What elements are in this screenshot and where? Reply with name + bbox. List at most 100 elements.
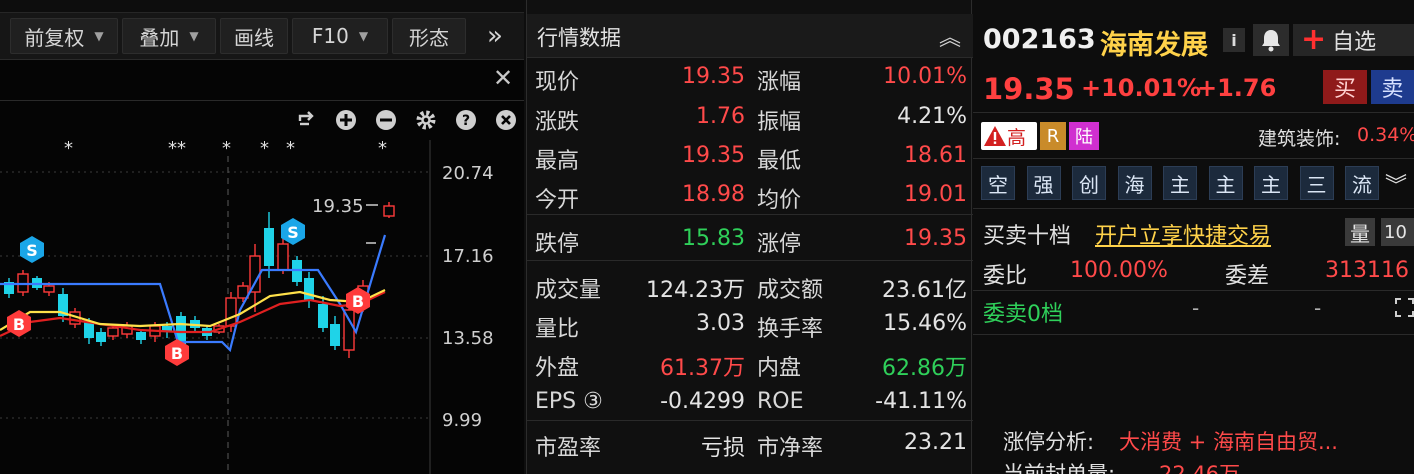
concept-tag[interactable]: 流 bbox=[1345, 166, 1379, 200]
concept-tag[interactable]: 主 bbox=[1163, 166, 1197, 200]
quote-value: 61.37万 bbox=[660, 356, 745, 381]
concept-tag[interactable]: 三 bbox=[1299, 166, 1334, 200]
kline-chart-panel: ✕ ? * ** * * * * 19.35 B B B S S 20.74 1… bbox=[0, 60, 524, 474]
concept-tag[interactable]: 创 bbox=[1072, 166, 1106, 200]
toolbar-overlay-label: 叠加 bbox=[139, 25, 180, 50]
candlestick-series bbox=[4, 202, 395, 358]
quote-value: 19.35 bbox=[682, 143, 745, 168]
seal-volume-value: 22.46万 bbox=[1159, 462, 1241, 474]
quote-row: 量比 3.03 换手率 15.46% bbox=[527, 305, 973, 343]
candle bbox=[84, 322, 94, 338]
event-markers: * ** * * * * bbox=[64, 138, 387, 159]
quote-label: 今开 bbox=[535, 188, 580, 213]
toolbar-draw-button[interactable]: 画线 bbox=[220, 18, 288, 54]
event-star: * bbox=[378, 138, 387, 159]
sell-level-0-price: - bbox=[1192, 296, 1200, 320]
sell-level-0-volume: - bbox=[1314, 296, 1322, 320]
quote-header: 行情数据 ︽ bbox=[527, 14, 973, 58]
candle bbox=[304, 278, 314, 300]
quote-row: EPS ③ -0.4299 ROE -41.11% bbox=[527, 383, 973, 421]
toolbar-draw-label: 画线 bbox=[234, 25, 274, 50]
r-badge[interactable]: R bbox=[1040, 122, 1066, 150]
alert-button[interactable] bbox=[1253, 24, 1289, 56]
sell-marker[interactable]: S bbox=[281, 218, 305, 245]
quote-label: 量比 bbox=[535, 317, 580, 342]
bid-diff-value: 313116 bbox=[1325, 258, 1409, 283]
event-star: ** bbox=[168, 138, 186, 159]
divider bbox=[973, 208, 1414, 209]
quote-value: 18.98 bbox=[682, 182, 745, 207]
change-percent: +10.01% bbox=[1081, 74, 1202, 102]
toolbar-more-button[interactable]: » bbox=[472, 18, 518, 54]
quote-value: 18.61 bbox=[904, 143, 967, 168]
price-axis-tick: 17.16 bbox=[442, 246, 494, 267]
candle bbox=[225, 297, 237, 327]
warning-icon bbox=[984, 126, 1006, 146]
chevron-down-icon: ▼ bbox=[358, 29, 369, 43]
svg-text:S: S bbox=[26, 241, 38, 260]
ten-level-button[interactable]: 10 bbox=[1381, 218, 1414, 246]
toolbar-adjust-label: 前复权 bbox=[24, 25, 85, 50]
quote-label: 换手率 bbox=[757, 317, 824, 342]
concept-tag[interactable]: 海 bbox=[1117, 166, 1152, 200]
quote-label: 最高 bbox=[535, 149, 580, 174]
event-star: * bbox=[64, 138, 73, 159]
quote-label: EPS ③ bbox=[535, 389, 603, 414]
chevron-down-double-icon[interactable]: ︾ bbox=[1385, 168, 1407, 200]
candle bbox=[43, 285, 55, 293]
risk-badge-label: 高 bbox=[1007, 126, 1027, 149]
toolbar-pattern-button[interactable]: 形态 bbox=[392, 18, 466, 54]
bell-icon bbox=[1262, 30, 1280, 52]
quote-row: 现价 19.35 涨幅 10.01% bbox=[527, 58, 973, 96]
quote-value: 23.61亿 bbox=[882, 278, 967, 303]
quote-value: 19.35 bbox=[682, 64, 745, 89]
quote-label: 市净率 bbox=[757, 436, 824, 461]
quote-label: 成交额 bbox=[757, 278, 824, 303]
quote-value: 10.01% bbox=[883, 64, 967, 89]
toolbar-overlay-dropdown[interactable]: 叠加 ▼ bbox=[122, 18, 216, 54]
quote-value: 124.23万 bbox=[646, 278, 745, 303]
concept-tag[interactable]: 强 bbox=[1026, 166, 1061, 200]
open-account-link[interactable]: 开户立享快捷交易 bbox=[1095, 218, 1271, 250]
add-favorite-button[interactable]: + 自选 bbox=[1293, 24, 1414, 56]
concept-tag[interactable]: 主 bbox=[1208, 166, 1243, 200]
quote-value: 19.35 bbox=[904, 226, 967, 251]
bid-ratio-value: 100.00% bbox=[1070, 258, 1168, 283]
double-chevron-up-icon[interactable]: ︽ bbox=[939, 20, 961, 52]
quote-value: 4.21% bbox=[897, 104, 967, 129]
risk-badge[interactable]: 高 bbox=[981, 122, 1037, 150]
stock-name[interactable]: 海南发展 bbox=[1100, 23, 1208, 62]
limit-up-analysis-value[interactable]: 大消费 + 海南自由贸... bbox=[1119, 426, 1338, 456]
connect-badge[interactable]: 陆 bbox=[1069, 122, 1099, 150]
quote-value: 15.83 bbox=[682, 226, 745, 251]
quote-title: 行情数据 bbox=[537, 26, 621, 50]
info-icon: i bbox=[1231, 30, 1237, 50]
quote-label: 跌停 bbox=[535, 232, 580, 257]
sector-label[interactable]: 建筑装饰: bbox=[1258, 124, 1340, 151]
price-axis-tick: 20.74 bbox=[442, 163, 494, 184]
concept-tag[interactable]: 主 bbox=[1254, 166, 1288, 200]
toolbar-f10-label: F10 bbox=[311, 24, 349, 48]
bid-diff-label: 委差 bbox=[1225, 264, 1270, 289]
kline-chart[interactable]: * ** * * * * 19.35 B B B S S 20.74 17.16… bbox=[0, 60, 524, 474]
concept-tag[interactable]: 空 bbox=[981, 166, 1015, 200]
quote-row: 成交量 124.23万 成交额 23.61亿 bbox=[527, 266, 973, 304]
seal-volume-label: 当前封单量: bbox=[1003, 462, 1116, 474]
candle bbox=[96, 332, 106, 342]
chevron-down-icon: ▼ bbox=[94, 29, 104, 43]
toolbar-adjust-dropdown[interactable]: 前复权 ▼ bbox=[10, 18, 118, 54]
chevron-down-icon: ▼ bbox=[189, 29, 199, 43]
divider bbox=[973, 290, 1414, 291]
expand-icon[interactable] bbox=[1395, 298, 1414, 321]
toolbar-top-strip bbox=[0, 0, 524, 13]
candle bbox=[330, 324, 340, 346]
sell-button[interactable]: 卖 bbox=[1371, 70, 1414, 104]
svg-text:B: B bbox=[352, 292, 364, 311]
quote-divider bbox=[527, 260, 973, 261]
candle bbox=[343, 309, 355, 351]
volume-toggle-button[interactable]: 量 bbox=[1345, 218, 1375, 246]
info-button[interactable]: i bbox=[1223, 28, 1245, 52]
buy-button[interactable]: 买 bbox=[1323, 70, 1367, 104]
sell-marker[interactable]: S bbox=[20, 236, 44, 263]
toolbar-f10-dropdown[interactable]: F10 ▼ bbox=[292, 18, 388, 54]
